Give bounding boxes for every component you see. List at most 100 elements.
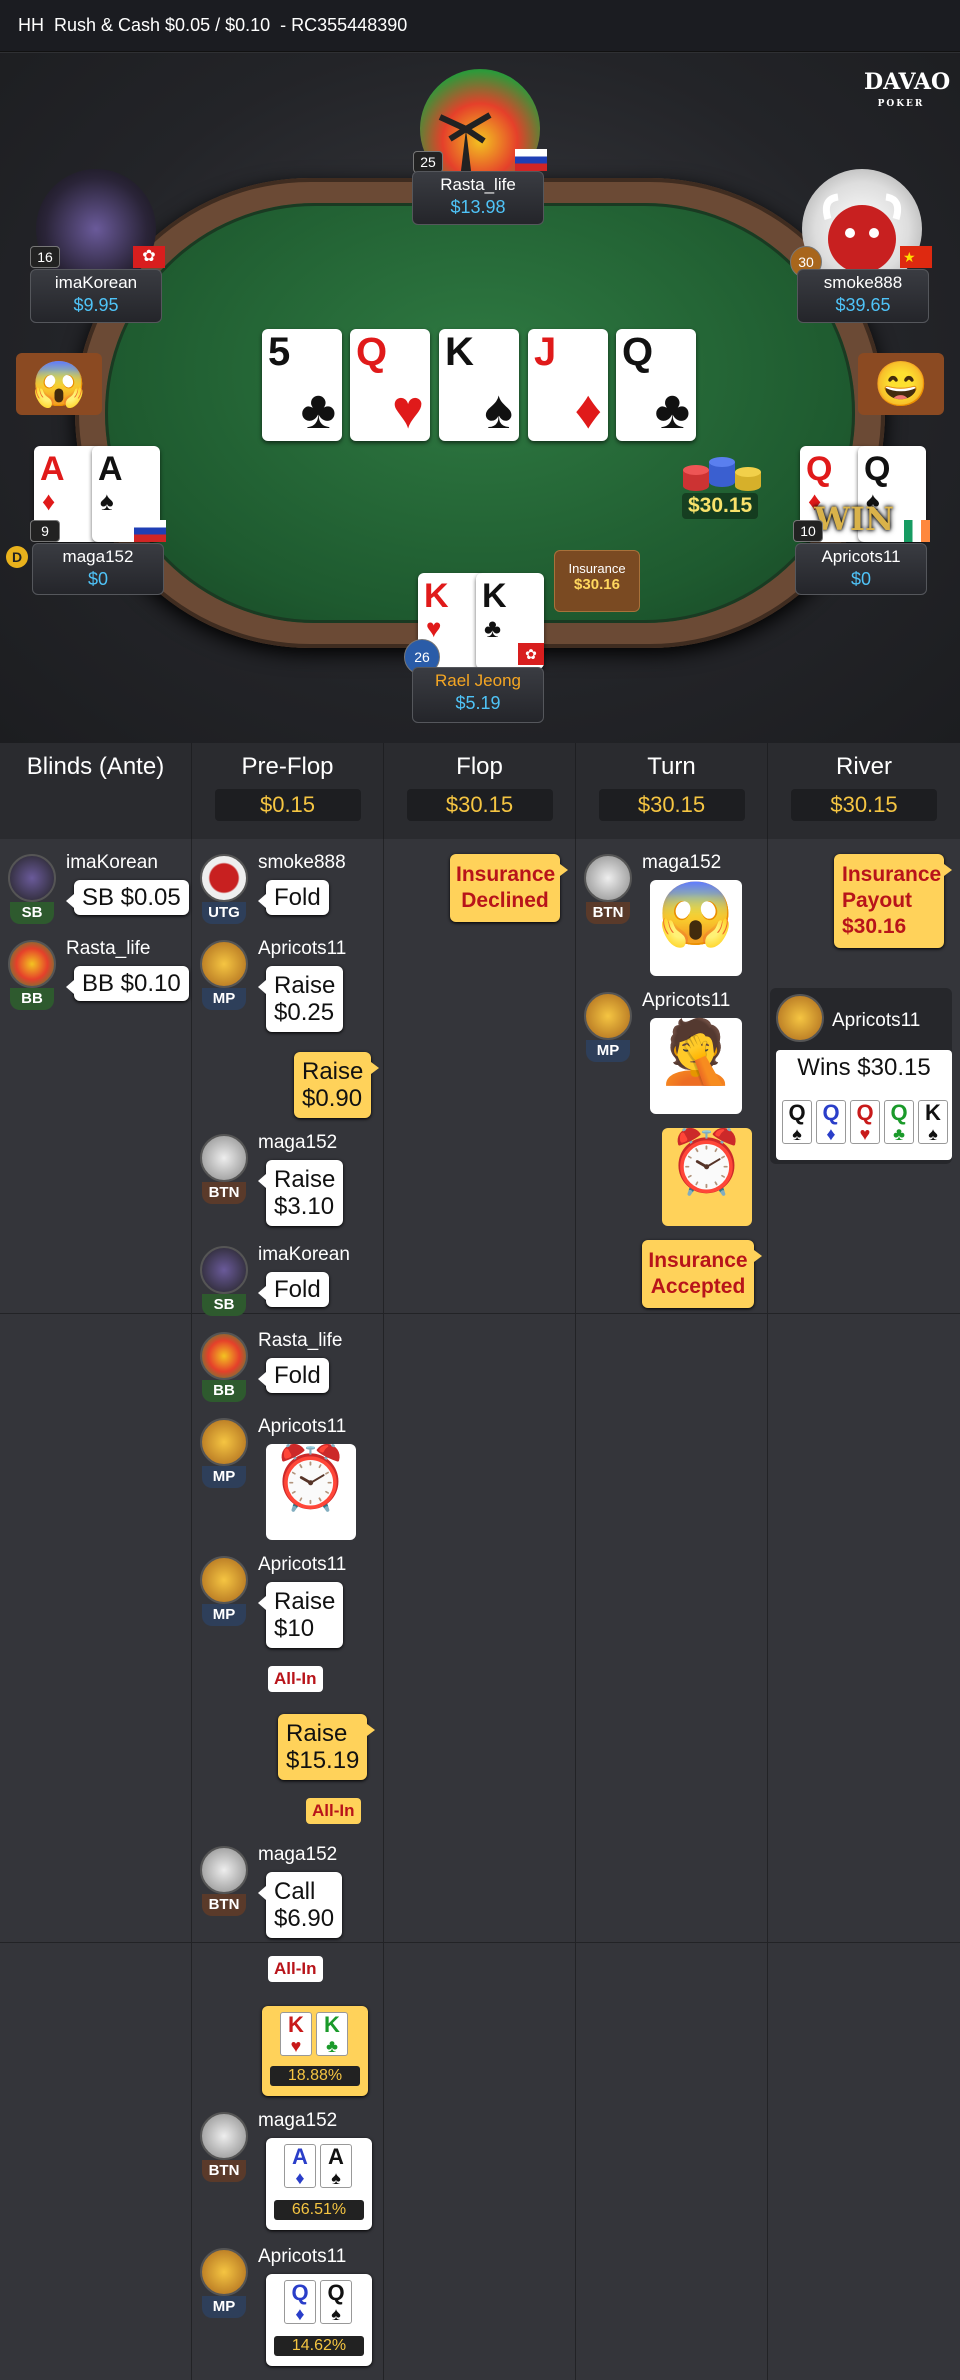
flag-china-icon: ★ — [900, 246, 932, 268]
winner-amount: Wins $30.15 — [797, 1054, 931, 1081]
column-preflop: Pre-Flop $0.15 — [192, 743, 384, 839]
position-badge-mp: MP — [202, 1466, 246, 1488]
seat-apricots11[interactable]: Apricots11 $0 — [795, 543, 927, 595]
column-turn: Turn $30.15 — [576, 743, 768, 839]
player-name: Apricots11 — [258, 938, 347, 959]
avatar-apricots11-small — [200, 1418, 248, 1466]
facepalm-emoji-icon: 🤦 — [650, 1018, 742, 1114]
seat-maga152[interactable]: maga152 $0 — [32, 543, 164, 595]
seat-imakorean[interactable]: imaKorean $9.95 — [30, 269, 162, 323]
equity-label: 18.88% — [270, 2066, 360, 2086]
flag-hong-kong-icon-2: ✿ — [518, 643, 544, 665]
position-badge-btn: BTN — [202, 1182, 246, 1204]
avatar-maga152-small — [200, 2112, 248, 2160]
position-badge-btn: BTN — [202, 2160, 246, 2182]
position-badge-utg: UTG — [202, 902, 246, 924]
insurance-payout-badge: Insurance Payout $30.16 — [834, 854, 952, 948]
player-name: imaKorean — [66, 852, 158, 873]
winning-card: Q ♣ — [884, 1100, 914, 1144]
dealer-button-icon: D — [6, 546, 28, 568]
level-badge-apricots11: 10 — [793, 520, 823, 542]
player-name: maga152 — [258, 1132, 338, 1153]
seat-rael-jeong[interactable]: Rael Jeong $5.19 — [412, 667, 544, 723]
row-divider — [0, 1313, 960, 1314]
winning-card: Q ♠ — [782, 1100, 812, 1144]
hero-action-bubble: Raise $0.90 — [294, 1052, 380, 1118]
player-name: Apricots11 — [258, 2246, 347, 2267]
player-name: maga152 — [258, 1844, 338, 1865]
all-in-badge: All-In — [306, 1798, 361, 1824]
action-bubble: Raise $3.10 — [257, 1160, 344, 1226]
avatar-apricots11-small — [584, 992, 632, 1040]
mini-card: A ♠ — [320, 2144, 352, 2188]
header-game: Rush & Cash $0.05 / $0.10 — [54, 15, 271, 35]
position-badge-mp: MP — [202, 1604, 246, 1626]
level-badge-rasta: 25 — [413, 151, 443, 173]
player-name: Apricots11 — [258, 1554, 347, 1575]
player-name: smoke888 — [258, 852, 346, 873]
column-flop: Flop $30.15 — [384, 743, 576, 839]
position-badge-mp: MP — [202, 988, 246, 1010]
row-divider — [0, 1942, 960, 1943]
position-badge-sb: SB — [202, 1294, 246, 1316]
avatar-apricots11-small — [200, 2248, 248, 2296]
action-bubble: SB $0.05 — [66, 880, 189, 915]
avatar-rasta-life-small — [8, 940, 56, 988]
player-name: Apricots11 — [642, 990, 731, 1011]
hand-history-header: HH Rush & Cash $0.05 / $0.10 - RC3554483… — [0, 0, 960, 52]
winning-card: K ♠ — [918, 1100, 948, 1144]
avatar-apricots11-small — [200, 940, 248, 988]
avatar-maga152-small — [200, 1134, 248, 1182]
board-card-5: Q ♣ — [616, 329, 696, 441]
seat-smoke888[interactable]: smoke888 $39.65 — [797, 269, 929, 323]
mini-card: A ♦ — [284, 2144, 316, 2188]
mini-card: Q ♦ — [284, 2280, 316, 2324]
position-badge-mp: MP — [586, 1040, 630, 1062]
player-name: Rasta_life — [258, 1330, 343, 1351]
seat-rasta-life[interactable]: Rasta_life $13.98 — [412, 171, 544, 225]
header-type: HH — [18, 15, 44, 35]
position-badge-btn: BTN — [202, 1894, 246, 1916]
player-name: imaKorean — [258, 1244, 350, 1265]
all-in-badge: All-In — [268, 1666, 323, 1692]
mini-card: Q ♠ — [320, 2280, 352, 2324]
mini-card: K ♥ — [280, 2012, 312, 2056]
avatar-smoke888-small — [200, 854, 248, 902]
mini-card: K ♣ — [316, 2012, 348, 2056]
insurance-accepted-badge: Insurance Accepted — [642, 1240, 762, 1308]
avatar-rasta-life-small — [200, 1332, 248, 1380]
level-badge-imakorean: 16 — [30, 246, 60, 268]
avatar-imakorean-small — [8, 854, 56, 902]
winning-card: Q ♥ — [850, 1100, 880, 1144]
flag-russia-icon — [515, 149, 547, 171]
poker-table-view: DAVAO POKER 5 ♣ Q ♥ K ♠ J ♦ Q ♣ $30.15 25 Rast… — [0, 53, 960, 743]
board-card-1: 5 ♣ — [262, 329, 342, 441]
equity-label: 14.62% — [274, 2336, 364, 2356]
board-card-4: J ♦ — [528, 329, 608, 441]
scared-emoji-icon: 😱 — [16, 353, 102, 415]
action-bubble: Call $6.90 — [257, 1872, 343, 1938]
board-card-3: K ♠ — [439, 329, 519, 441]
davao-poker-logo: DAVAO POKER — [864, 69, 951, 109]
pot-amount: $30.15 — [682, 493, 759, 519]
flag-ireland-icon — [904, 520, 930, 542]
column-river: River $30.15 — [768, 743, 960, 839]
avatar-maga152-small — [200, 1846, 248, 1894]
avatar-imakorean-small — [200, 1246, 248, 1294]
avatar-apricots11-small — [200, 1556, 248, 1604]
position-badge-bb: BB — [10, 988, 54, 1010]
level-badge-maga152: 9 — [30, 520, 60, 542]
alarm-clock-icon: ⏰ — [662, 1128, 752, 1226]
hero-action-bubble: Raise $15.19 — [278, 1714, 376, 1780]
position-badge-mp: MP — [202, 2296, 246, 2318]
position-badge-sb: SB — [10, 902, 54, 924]
scared-emoji-icon: 😱 — [650, 880, 742, 976]
position-badge-bb: BB — [202, 1380, 246, 1402]
alarm-clock-icon: ⏰ — [266, 1444, 356, 1540]
column-divider — [0, 839, 192, 2380]
player-name: Apricots11 — [258, 1416, 347, 1437]
player-name: maga152 — [642, 852, 722, 873]
board-card-2: Q ♥ — [350, 329, 430, 441]
player-name: Rasta_life — [66, 938, 151, 959]
position-badge-btn: BTN — [586, 902, 630, 924]
